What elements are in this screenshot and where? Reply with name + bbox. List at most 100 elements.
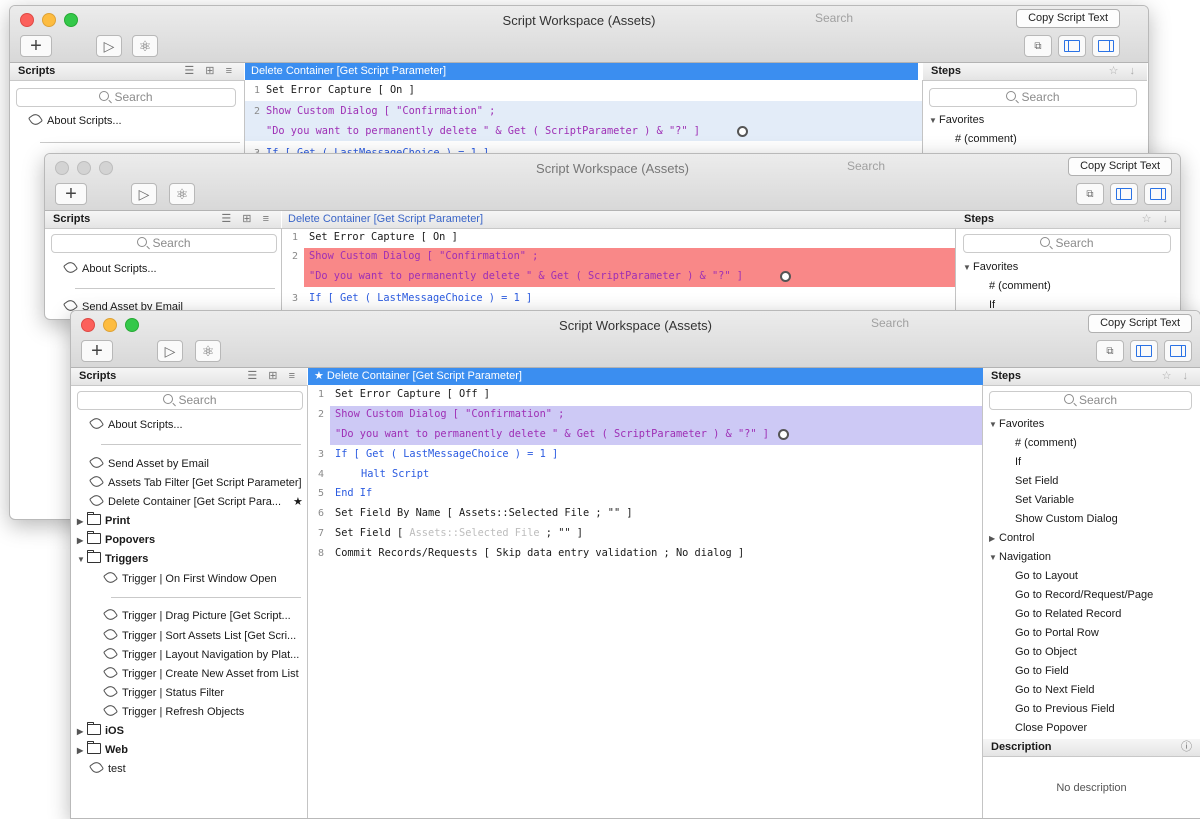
steps-favorites[interactable]: ▼ Favorites <box>929 114 984 126</box>
code-line-2a[interactable]: Show Custom Dialog [ "Confirmation" ; <box>335 408 564 420</box>
step-go-to-related-record[interactable]: Go to Related Record <box>1015 608 1121 620</box>
run-icon[interactable]: ▷ <box>131 183 157 205</box>
script-trigger-first-window[interactable]: Trigger | On First Window Open <box>102 569 277 586</box>
help-icon[interactable]: ⓘ <box>1181 739 1192 756</box>
right-pane-icon[interactable] <box>1144 183 1172 205</box>
step-comment[interactable]: # (comment) <box>1015 437 1077 449</box>
disclosure-icon[interactable]: ▶ <box>77 727 87 736</box>
step-close-popover[interactable]: Close Popover <box>1015 722 1087 734</box>
steps-search-input[interactable]: Search <box>929 88 1137 107</box>
step-show-custom-dialog[interactable]: Show Custom Dialog <box>1015 513 1118 525</box>
step-set-field[interactable]: Set Field <box>1015 475 1058 487</box>
step-go-to-portal-row[interactable]: Go to Portal Row <box>1015 627 1099 639</box>
scripts-search-input[interactable]: Search <box>51 234 277 253</box>
script-trigger-drag[interactable]: Trigger | Drag Picture [Get Script... <box>102 606 291 623</box>
script-delete-container[interactable]: Delete Container [Get Script Para... <box>88 492 281 509</box>
script-send-asset[interactable]: Send Asset by Email <box>88 454 209 471</box>
step-if[interactable]: If <box>1015 456 1021 468</box>
steps-search-input[interactable]: Search <box>989 391 1192 410</box>
copy-icon[interactable]: ⧉ <box>1096 340 1124 362</box>
step-go-to-field[interactable]: Go to Field <box>1015 665 1069 677</box>
scripts-search-input[interactable]: Search <box>77 391 303 410</box>
disclosure-icon[interactable]: ▶ <box>77 517 87 526</box>
script-trigger-refresh[interactable]: Trigger | Refresh Objects <box>102 702 244 719</box>
script-about[interactable]: About Scripts... <box>62 259 157 276</box>
copy-icon[interactable]: ⧉ <box>1024 35 1052 57</box>
add-script-button[interactable]: + <box>20 35 52 57</box>
folder-ios[interactable]: ▶ iOS <box>77 722 124 737</box>
gear-icon[interactable] <box>780 271 791 282</box>
code-line-6[interactable]: Set Field By Name [ Assets::Selected Fil… <box>335 507 633 519</box>
code-line-2a[interactable]: Show Custom Dialog [ "Confirmation" ; <box>309 250 538 262</box>
debug-icon[interactable]: ⚛ <box>132 35 158 57</box>
title-search[interactable]: Search <box>871 316 909 330</box>
star-sort-icon[interactable]: ☆ ↓ <box>1109 63 1139 80</box>
scripts-search-input[interactable]: Search <box>16 88 236 107</box>
star-icon[interactable]: ★ <box>293 495 303 508</box>
step-go-to-next-field[interactable]: Go to Next Field <box>1015 684 1094 696</box>
gear-icon[interactable] <box>778 429 789 440</box>
script-trigger-sort[interactable]: Trigger | Sort Assets List [Get Scri... <box>102 626 296 643</box>
copy-script-text-button[interactable]: Copy Script Text <box>1088 314 1192 333</box>
star-sort-icon[interactable]: ☆ ↓ <box>1162 368 1192 385</box>
code-line-1[interactable]: Set Error Capture [ Off ] <box>335 388 490 400</box>
script-test[interactable]: test <box>88 759 126 776</box>
folder-web[interactable]: ▶ Web <box>77 741 128 756</box>
left-pane-icon[interactable] <box>1130 340 1158 362</box>
code-line-2b[interactable]: "Do you want to permanently delete " & G… <box>309 270 743 282</box>
right-pane-icon[interactable] <box>1164 340 1192 362</box>
disclosure-icon[interactable]: ▼ <box>77 555 87 564</box>
code-line-2a[interactable]: Show Custom Dialog [ "Confirmation" ; <box>266 105 495 117</box>
step-comment[interactable]: # (comment) <box>989 280 1051 292</box>
code-line-8[interactable]: Commit Records/Requests [ Skip data entr… <box>335 547 744 559</box>
code-line-7[interactable]: Set Field [ Assets::Selected File ; "" ] <box>335 527 583 539</box>
run-icon[interactable]: ▷ <box>157 340 183 362</box>
code-line-4[interactable]: Halt Script <box>361 468 429 480</box>
steps-favorites[interactable]: ▼ Favorites <box>989 418 1044 430</box>
script-trigger-status[interactable]: Trigger | Status Filter <box>102 683 224 700</box>
code-line-2b[interactable]: "Do you want to permanently delete " & G… <box>335 428 769 440</box>
add-script-button[interactable]: + <box>81 340 113 362</box>
debug-icon[interactable]: ⚛ <box>195 340 221 362</box>
step-go-to-object[interactable]: Go to Object <box>1015 646 1077 658</box>
script-assets-tab-filter[interactable]: Assets Tab Filter [Get Script Parameter] <box>88 473 302 490</box>
code-line-1[interactable]: Set Error Capture [ On ] <box>266 84 415 96</box>
step-go-to-layout[interactable]: Go to Layout <box>1015 570 1078 582</box>
list-tools-icon[interactable]: ☰ ⊞ ≡ <box>221 211 273 228</box>
disclosure-icon[interactable]: ▶ <box>77 536 87 545</box>
script-about[interactable]: About Scripts... <box>27 111 122 128</box>
step-set-variable[interactable]: Set Variable <box>1015 494 1074 506</box>
script-trigger-layout[interactable]: Trigger | Layout Navigation by Plat... <box>102 645 299 662</box>
title-search[interactable]: Search <box>815 11 853 25</box>
steps-control[interactable]: ▶ Control <box>989 532 1034 544</box>
run-icon[interactable]: ▷ <box>96 35 122 57</box>
steps-search-input[interactable]: Search <box>963 234 1171 253</box>
gear-icon[interactable] <box>737 126 748 137</box>
script-trigger-create[interactable]: Trigger | Create New Asset from List <box>102 664 299 681</box>
code-line-5[interactable]: End If <box>335 487 372 499</box>
copy-script-text-button[interactable]: Copy Script Text <box>1068 157 1172 176</box>
code-line-1[interactable]: Set Error Capture [ On ] <box>309 231 458 243</box>
code-line-2b[interactable]: "Do you want to permanently delete " & G… <box>266 125 700 137</box>
left-pane-icon[interactable] <box>1058 35 1086 57</box>
step-go-to-record[interactable]: Go to Record/Request/Page <box>1015 589 1153 601</box>
script-about[interactable]: About Scripts... <box>88 415 183 432</box>
folder-print[interactable]: ▶ Print <box>77 512 130 527</box>
disclosure-icon[interactable]: ▶ <box>77 746 87 755</box>
copy-script-text-button[interactable]: Copy Script Text <box>1016 9 1120 28</box>
step-go-to-previous-field[interactable]: Go to Previous Field <box>1015 703 1115 715</box>
steps-navigation[interactable]: ▼ Navigation <box>989 551 1051 563</box>
code-line-3[interactable]: If [ Get ( LastMessageChoice ) = 1 ] <box>335 448 558 460</box>
left-pane-icon[interactable] <box>1110 183 1138 205</box>
step-comment[interactable]: # (comment) <box>955 133 1017 145</box>
steps-favorites[interactable]: ▼ Favorites <box>963 261 1018 273</box>
title-search[interactable]: Search <box>847 159 885 173</box>
star-sort-icon[interactable]: ☆ ↓ <box>1142 211 1172 228</box>
code-line-3[interactable]: If [ Get ( LastMessageChoice ) = 1 ] <box>309 292 532 304</box>
folder-triggers[interactable]: ▼ Triggers <box>77 550 148 565</box>
list-tools-icon[interactable]: ☰ ⊞ ≡ <box>184 63 236 80</box>
add-script-button[interactable]: + <box>55 183 87 205</box>
copy-icon[interactable]: ⧉ <box>1076 183 1104 205</box>
list-tools-icon[interactable]: ☰ ⊞ ≡ <box>247 368 299 385</box>
right-pane-icon[interactable] <box>1092 35 1120 57</box>
